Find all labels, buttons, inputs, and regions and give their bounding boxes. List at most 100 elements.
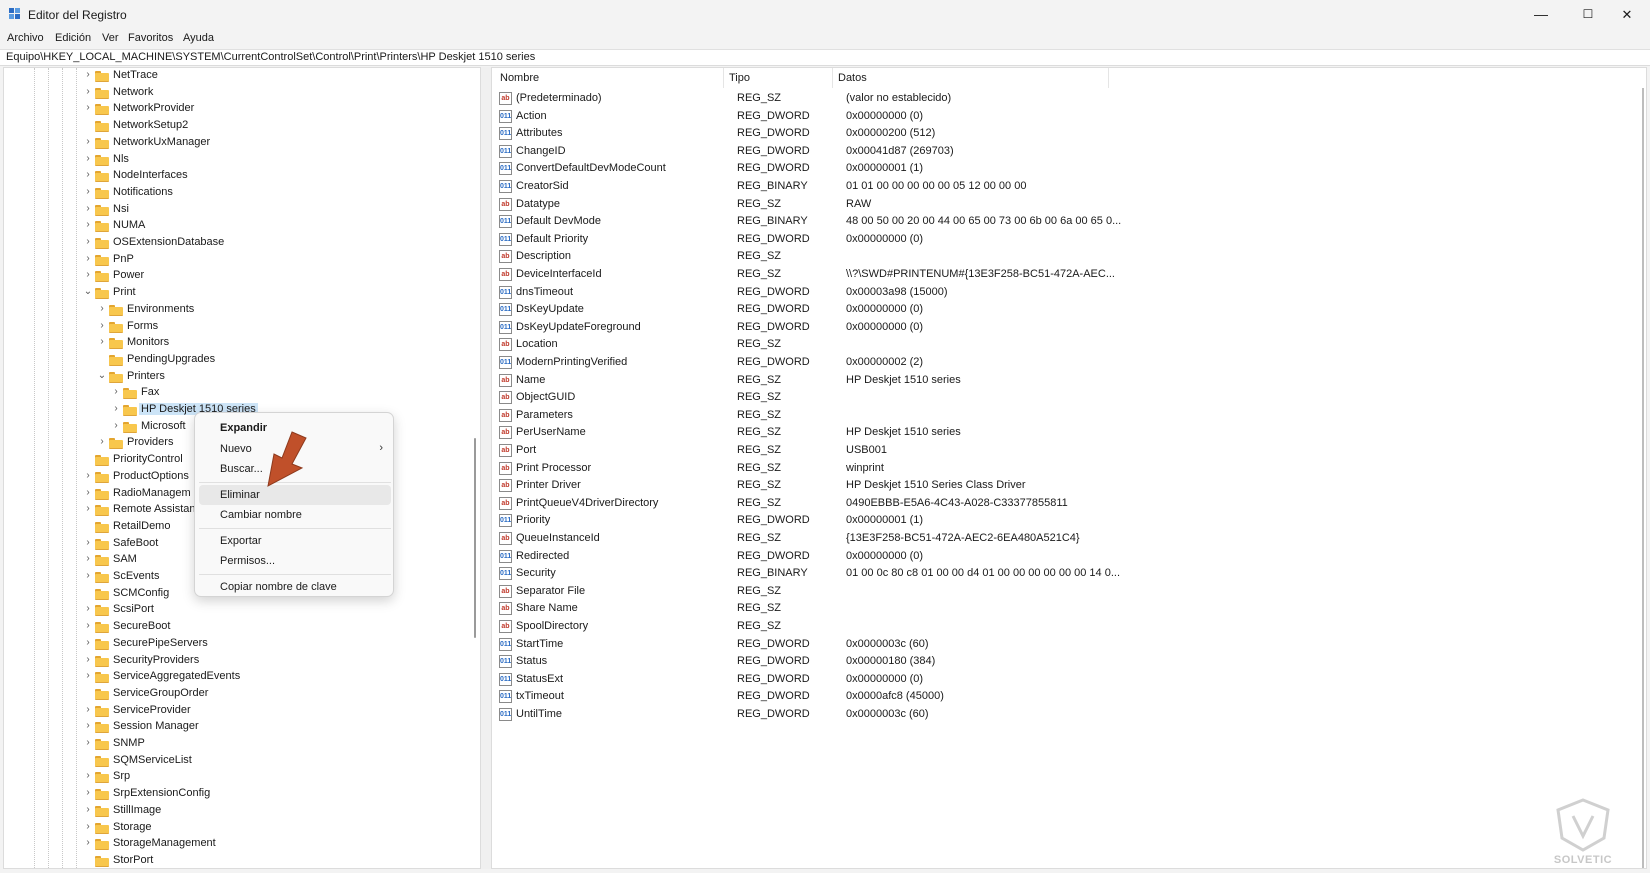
value-row[interactable]: ab Print Processor REG_SZ winprint bbox=[492, 460, 1646, 478]
tree-item[interactable]: › ScsiPort bbox=[4, 602, 464, 619]
chevron-right-icon[interactable]: › bbox=[83, 470, 93, 482]
chevron-down-icon[interactable]: ⌄ bbox=[83, 286, 93, 298]
value-row[interactable]: 011 Priority REG_DWORD 0x00000001 (1) bbox=[492, 512, 1646, 530]
value-row[interactable]: 011 Security REG_BINARY 01 00 0c 80 c8 01 0… bbox=[492, 565, 1646, 583]
chevron-right-icon[interactable]: › bbox=[83, 136, 93, 148]
chevron-right-icon[interactable]: › bbox=[83, 737, 93, 749]
column-separator[interactable] bbox=[832, 68, 833, 88]
menu-ver[interactable]: Ver bbox=[102, 32, 119, 44]
chevron-right-icon[interactable]: › bbox=[111, 403, 121, 415]
value-row[interactable]: ab Name REG_SZ HP Deskjet 1510 series bbox=[492, 372, 1646, 390]
chevron-right-icon[interactable]: › bbox=[83, 186, 93, 198]
chevron-right-icon[interactable]: › bbox=[83, 102, 93, 114]
context-menu-item-copiar-nombre-de-clave[interactable]: Copiar nombre de clave bbox=[199, 577, 391, 597]
tree-item[interactable]: NetworkSetup2 bbox=[4, 118, 464, 135]
value-row[interactable]: ab ObjectGUID REG_SZ bbox=[492, 389, 1646, 407]
tree-item[interactable]: › Environments bbox=[4, 302, 464, 319]
value-row[interactable]: 011 Redirected REG_DWORD 0x00000000 (0) bbox=[492, 548, 1646, 566]
tree-item[interactable]: › Nls bbox=[4, 152, 464, 169]
value-row[interactable]: 011 UntilTime REG_DWORD 0x0000003c (60) bbox=[492, 706, 1646, 724]
pane-splitter[interactable] bbox=[481, 67, 491, 869]
value-row[interactable]: 011 dnsTimeout REG_DWORD 0x00003a98 (15000) bbox=[492, 284, 1646, 302]
tree-item[interactable]: ⌄ Print bbox=[4, 285, 464, 302]
tree-item[interactable]: › Power bbox=[4, 268, 464, 285]
tree-item[interactable]: › NetTrace bbox=[4, 68, 464, 85]
chevron-right-icon[interactable]: › bbox=[83, 503, 93, 515]
tree-item[interactable]: › ServiceProvider bbox=[4, 703, 464, 720]
tree-item[interactable]: › NetworkProvider bbox=[4, 101, 464, 118]
chevron-right-icon[interactable]: › bbox=[97, 303, 107, 315]
value-row[interactable]: ab Datatype REG_SZ RAW bbox=[492, 196, 1646, 214]
value-row[interactable]: ab PrintQueueV4DriverDirectory REG_SZ 0490E… bbox=[492, 495, 1646, 513]
chevron-right-icon[interactable]: › bbox=[83, 837, 93, 849]
tree-item[interactable]: › Network bbox=[4, 85, 464, 102]
chevron-right-icon[interactable]: › bbox=[83, 804, 93, 816]
chevron-right-icon[interactable]: › bbox=[83, 787, 93, 799]
value-row[interactable]: ab SpoolDirectory REG_SZ bbox=[492, 618, 1646, 636]
menu-ayuda[interactable]: Ayuda bbox=[183, 32, 214, 44]
chevron-right-icon[interactable]: › bbox=[97, 336, 107, 348]
chevron-right-icon[interactable]: › bbox=[111, 386, 121, 398]
value-row[interactable]: ab Location REG_SZ bbox=[492, 336, 1646, 354]
chevron-right-icon[interactable]: › bbox=[83, 570, 93, 582]
tree-scrollbar[interactable] bbox=[474, 438, 476, 638]
chevron-right-icon[interactable]: › bbox=[83, 86, 93, 98]
chevron-right-icon[interactable]: › bbox=[111, 420, 121, 432]
close-button[interactable]: ✕ bbox=[1604, 0, 1650, 30]
chevron-right-icon[interactable]: › bbox=[83, 487, 93, 499]
tree-item[interactable]: › NodeInterfaces bbox=[4, 168, 464, 185]
chevron-right-icon[interactable]: › bbox=[83, 603, 93, 615]
tree-item[interactable]: › PnP bbox=[4, 252, 464, 269]
menu-favoritos[interactable]: Favoritos bbox=[128, 32, 173, 44]
tree-item[interactable]: › Nsi bbox=[4, 202, 464, 219]
chevron-right-icon[interactable]: › bbox=[83, 637, 93, 649]
value-row[interactable]: ab (Predeterminado) REG_SZ (valor no establ… bbox=[492, 90, 1646, 108]
column-separator[interactable] bbox=[723, 68, 724, 88]
value-row[interactable]: ab DeviceInterfaceId REG_SZ \\?\SWD#PRINTEN… bbox=[492, 266, 1646, 284]
value-row[interactable]: ab Share Name REG_SZ bbox=[492, 600, 1646, 618]
value-row[interactable]: 011 Attributes REG_DWORD 0x00000200 (512) bbox=[492, 125, 1646, 143]
value-row[interactable]: ab Parameters REG_SZ bbox=[492, 407, 1646, 425]
value-row[interactable]: ab Separator File REG_SZ bbox=[492, 583, 1646, 601]
value-row[interactable]: 011 StatusExt REG_DWORD 0x00000000 (0) bbox=[492, 671, 1646, 689]
chevron-right-icon[interactable]: › bbox=[83, 770, 93, 782]
context-menu-item-cambiar-nombre[interactable]: Cambiar nombre bbox=[199, 505, 391, 525]
column-header-datos[interactable]: Datos bbox=[838, 72, 867, 84]
chevron-right-icon[interactable]: › bbox=[83, 821, 93, 833]
chevron-right-icon[interactable]: › bbox=[83, 704, 93, 716]
value-row[interactable]: 011 Status REG_DWORD 0x00000180 (384) bbox=[492, 653, 1646, 671]
context-menu-item-permisos[interactable]: Permisos... bbox=[199, 551, 391, 571]
value-row[interactable]: 011 ChangeID REG_DWORD 0x00041d87 (269703) bbox=[492, 143, 1646, 161]
value-row[interactable]: ab PerUserName REG_SZ HP Deskjet 1510 serie… bbox=[492, 424, 1646, 442]
chevron-right-icon[interactable]: › bbox=[83, 169, 93, 181]
tree-item[interactable]: › SecurityProviders bbox=[4, 653, 464, 670]
tree-item[interactable]: › SNMP bbox=[4, 736, 464, 753]
tree-item[interactable]: › Storage bbox=[4, 820, 464, 837]
chevron-right-icon[interactable]: › bbox=[83, 153, 93, 165]
chevron-right-icon[interactable]: › bbox=[83, 654, 93, 666]
address-path[interactable]: Equipo\HKEY_LOCAL_MACHINE\SYSTEM\Current… bbox=[6, 51, 535, 63]
chevron-right-icon[interactable]: › bbox=[83, 203, 93, 215]
chevron-right-icon[interactable]: › bbox=[97, 436, 107, 448]
value-row[interactable]: 011 Action REG_DWORD 0x00000000 (0) bbox=[492, 108, 1646, 126]
value-row[interactable]: 011 StartTime REG_DWORD 0x0000003c (60) bbox=[492, 636, 1646, 654]
tree-item[interactable]: › Notifications bbox=[4, 185, 464, 202]
chevron-right-icon[interactable]: › bbox=[83, 537, 93, 549]
chevron-down-icon[interactable]: ⌄ bbox=[97, 370, 107, 382]
chevron-right-icon[interactable]: › bbox=[83, 620, 93, 632]
tree-item[interactable]: › ServiceAggregatedEvents bbox=[4, 669, 464, 686]
tree-item[interactable]: StorPort bbox=[4, 853, 464, 868]
value-row[interactable]: 011 CreatorSid REG_BINARY 01 01 00 00 00 00… bbox=[492, 178, 1646, 196]
chevron-right-icon[interactable]: › bbox=[83, 69, 93, 81]
column-header-nombre[interactable]: Nombre bbox=[500, 72, 539, 84]
value-row[interactable]: ab QueueInstanceId REG_SZ {13E3F258-BC51-47… bbox=[492, 530, 1646, 548]
value-row[interactable]: ab Port REG_SZ USB001 bbox=[492, 442, 1646, 460]
tree-item[interactable]: › Srp bbox=[4, 769, 464, 786]
value-row[interactable]: 011 txTimeout REG_DWORD 0x0000afc8 (45000) bbox=[492, 688, 1646, 706]
tree-item[interactable]: › SecureBoot bbox=[4, 619, 464, 636]
tree-item[interactable]: › StorageManagement bbox=[4, 836, 464, 853]
tree-item[interactable]: ServiceGroupOrder bbox=[4, 686, 464, 703]
chevron-right-icon[interactable]: › bbox=[83, 253, 93, 265]
value-list[interactable]: Nombre Tipo Datos ab (Predeterminado) REG_SZ… bbox=[491, 67, 1647, 869]
column-separator[interactable] bbox=[1108, 68, 1109, 88]
